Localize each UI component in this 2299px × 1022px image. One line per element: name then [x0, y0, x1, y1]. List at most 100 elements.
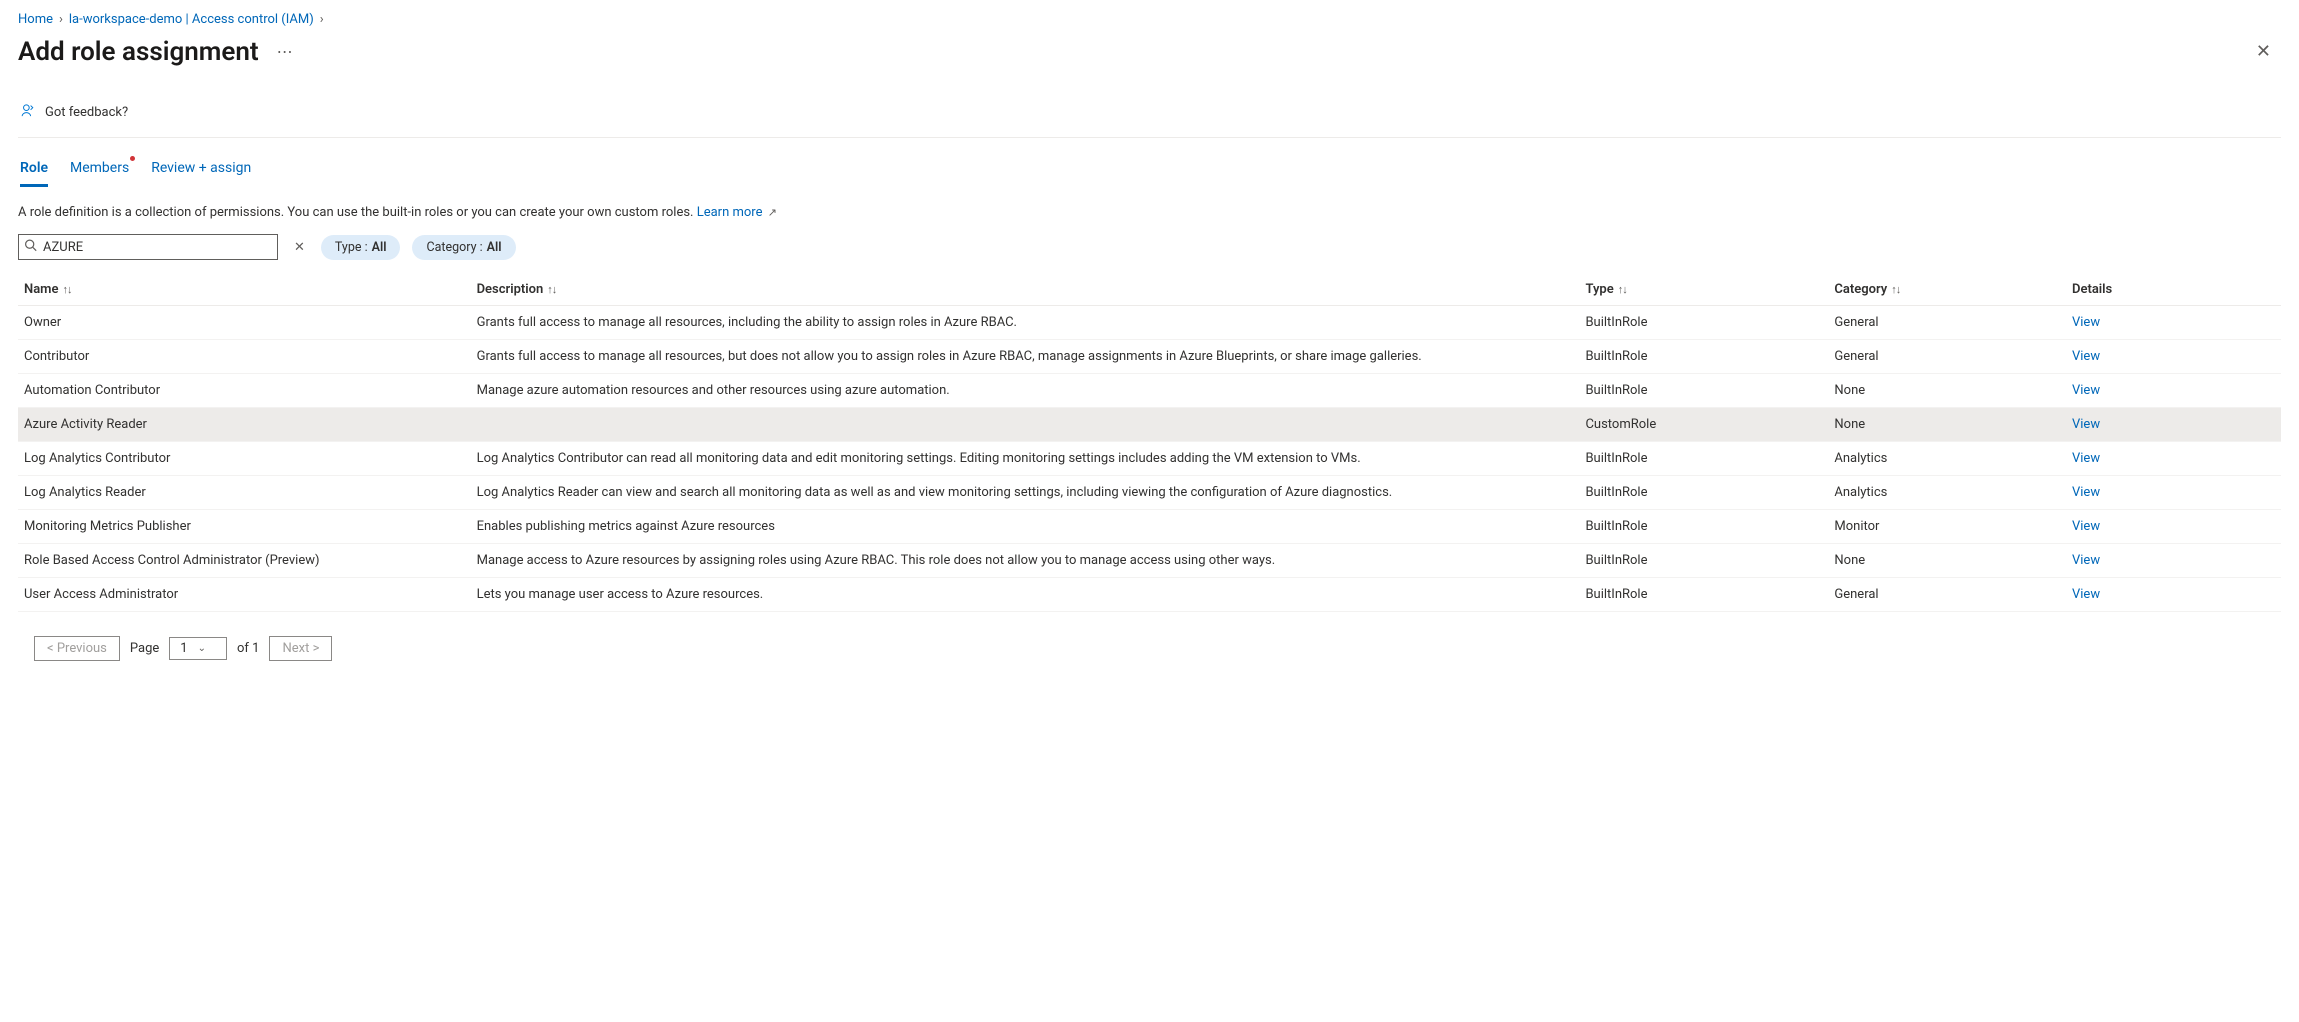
cell-type: BuiltInRole	[1579, 578, 1828, 612]
cell-cat: General	[1828, 578, 2066, 612]
view-link[interactable]: View	[2072, 315, 2100, 330]
col-header-type[interactable]: Type ↑↓	[1579, 274, 1828, 306]
feedback-icon	[20, 102, 37, 123]
filter-cat-label: Category :	[426, 240, 482, 255]
intro-body: A role definition is a collection of per…	[18, 205, 697, 220]
cell-type: BuiltInRole	[1579, 442, 1828, 476]
chevron-right-icon: ›	[320, 12, 324, 27]
cell-name: Log Analytics Reader	[18, 476, 471, 510]
col-header-cat[interactable]: Category↑↓	[1828, 274, 2066, 306]
table-row[interactable]: Log Analytics ReaderLog Analytics Reader…	[18, 476, 2281, 510]
cell-type: CustomRole	[1579, 408, 1828, 442]
cell-desc	[471, 408, 1580, 442]
learn-more-link[interactable]: Learn more	[697, 205, 763, 220]
view-link[interactable]: View	[2072, 417, 2100, 432]
page-label: Page	[130, 641, 159, 656]
filter-pill-category[interactable]: Category : All	[412, 235, 515, 260]
chevron-right-icon: ›	[59, 12, 63, 27]
view-link[interactable]: View	[2072, 451, 2100, 466]
col-cat-label: Category	[1834, 282, 1887, 297]
cell-desc: Lets you manage user access to Azure res…	[471, 578, 1580, 612]
table-row[interactable]: Azure Activity Reader CustomRoleNone View	[18, 408, 2281, 442]
chevron-down-icon: ⌄	[198, 643, 206, 654]
col-header-desc[interactable]: Description↑↓	[471, 274, 1580, 306]
cell-type: BuiltInRole	[1579, 544, 1828, 578]
more-actions-icon[interactable]: ⋯	[273, 38, 297, 65]
cell-cat: None	[1828, 408, 2066, 442]
tab-review[interactable]: Review + assign	[151, 160, 251, 187]
cell-name: Monitoring Metrics Publisher	[18, 510, 471, 544]
filter-type-label: Type :	[335, 240, 368, 255]
cell-desc: Log Analytics Reader can view and search…	[471, 476, 1580, 510]
filter-pill-type[interactable]: Type : All	[321, 235, 401, 260]
cell-desc: Enables publishing metrics against Azure…	[471, 510, 1580, 544]
table-row[interactable]: Role Based Access Control Administrator …	[18, 544, 2281, 578]
cell-type: BuiltInRole	[1579, 306, 1828, 340]
view-link[interactable]: View	[2072, 587, 2100, 602]
page-select[interactable]: 1 ⌄	[169, 637, 227, 660]
table-row[interactable]: OwnerGrants full access to manage all re…	[18, 306, 2281, 340]
external-link-icon: ↗	[768, 206, 777, 219]
table-header-row: Name↑↓ Description↑↓ Type↑↓ Category↑↓ D…	[18, 274, 2281, 306]
tab-role[interactable]: Role	[20, 160, 48, 187]
cell-name: Contributor	[18, 340, 471, 374]
col-type-label: Type	[1585, 282, 1613, 297]
search-input[interactable]	[18, 234, 278, 260]
attention-dot-icon	[130, 156, 135, 161]
cell-cat: General	[1828, 306, 2066, 340]
next-page-button[interactable]: Next >	[269, 636, 332, 661]
cell-desc: Grants full access to manage all resourc…	[471, 306, 1580, 340]
view-link[interactable]: View	[2072, 383, 2100, 398]
cell-name: Azure Activity Reader	[18, 408, 471, 442]
tab-members[interactable]: Members	[70, 160, 129, 187]
cell-name: Role Based Access Control Administrator …	[18, 544, 471, 578]
col-header-details: Details	[2066, 274, 2281, 306]
table-row[interactable]: ContributorGrants full access to manage …	[18, 340, 2281, 374]
sort-icon: ↑↓	[1618, 283, 1627, 296]
view-link[interactable]: View	[2072, 519, 2100, 534]
table-row[interactable]: Monitoring Metrics PublisherEnables publ…	[18, 510, 2281, 544]
col-desc-label: Description	[477, 282, 544, 297]
sort-icon: ↑↓	[547, 283, 556, 296]
page-title: Add role assignment	[18, 37, 259, 67]
tab-members-label: Members	[70, 160, 129, 176]
cell-desc: Grants full access to manage all resourc…	[471, 340, 1580, 374]
prev-page-button[interactable]: < Previous	[34, 636, 120, 661]
feedback-label: Got feedback?	[45, 105, 128, 120]
cell-cat: Monitor	[1828, 510, 2066, 544]
table-row[interactable]: Log Analytics ContributorLog Analytics C…	[18, 442, 2281, 476]
cell-type: BuiltInRole	[1579, 476, 1828, 510]
filter-cat-value: All	[487, 240, 502, 255]
sort-icon: ↑↓	[62, 283, 71, 296]
cell-name: User Access Administrator	[18, 578, 471, 612]
breadcrumb-workspace[interactable]: la-workspace-demo | Access control (IAM)	[69, 12, 314, 27]
view-link[interactable]: View	[2072, 553, 2100, 568]
table-row[interactable]: User Access AdministratorLets you manage…	[18, 578, 2281, 612]
breadcrumb-home[interactable]: Home	[18, 12, 53, 27]
cell-type: BuiltInRole	[1579, 340, 1828, 374]
filter-type-value: All	[372, 240, 387, 255]
view-link[interactable]: View	[2072, 349, 2100, 364]
close-icon[interactable]: ✕	[2246, 35, 2281, 68]
search-icon	[24, 239, 37, 256]
clear-search-icon[interactable]: ✕	[290, 238, 309, 257]
cell-desc: Log Analytics Contributor can read all m…	[471, 442, 1580, 476]
feedback-bar[interactable]: Got feedback?	[18, 86, 2281, 138]
tabs: Role Members Review + assign	[18, 160, 2281, 187]
cell-type: BuiltInRole	[1579, 510, 1828, 544]
title-row: Add role assignment ⋯ ✕	[18, 35, 2281, 68]
view-link[interactable]: View	[2072, 485, 2100, 500]
cell-name: Automation Contributor	[18, 374, 471, 408]
cell-cat: Analytics	[1828, 476, 2066, 510]
cell-desc: Manage access to Azure resources by assi…	[471, 544, 1580, 578]
pagination: < Previous Page 1 ⌄ of 1 Next >	[34, 636, 2281, 661]
col-header-name[interactable]: Name ↑↓	[18, 274, 471, 306]
page-current: 1	[180, 641, 187, 656]
col-name-label: Name	[24, 282, 58, 297]
cell-cat: Analytics	[1828, 442, 2066, 476]
cell-cat: None	[1828, 374, 2066, 408]
cell-cat: General	[1828, 340, 2066, 374]
intro-text: A role definition is a collection of per…	[18, 205, 2281, 220]
breadcrumb: Home › la-workspace-demo | Access contro…	[18, 12, 2281, 27]
table-row[interactable]: Automation ContributorManage azure autom…	[18, 374, 2281, 408]
